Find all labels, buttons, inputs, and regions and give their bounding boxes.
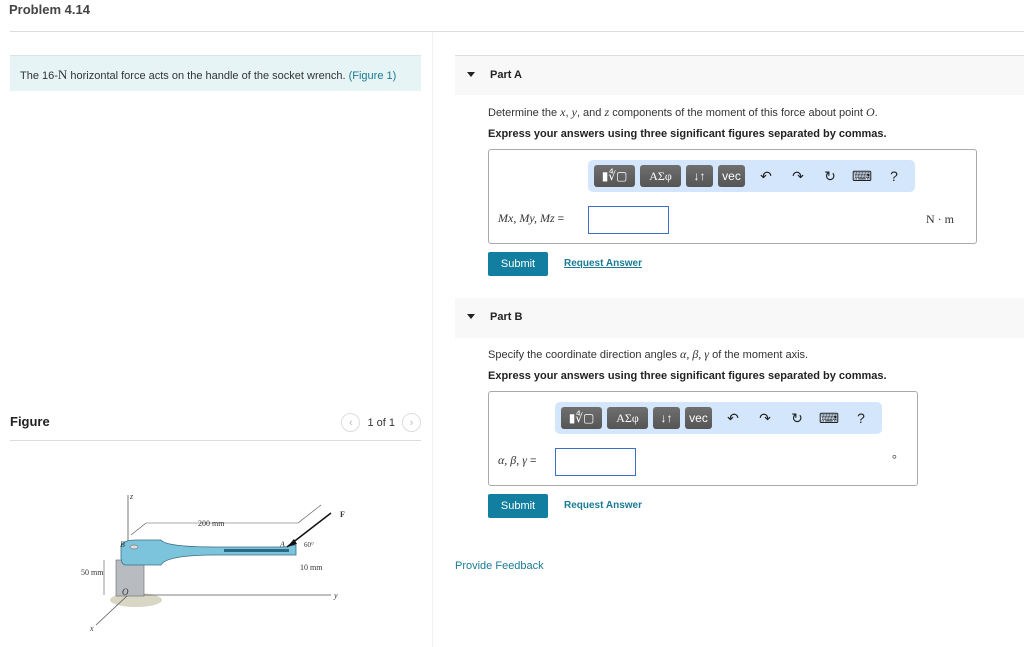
math-toolbar: ▮∜▢ ΑΣφ ↓↑ vec ↶ ↷ ↻ ⌨ ?	[555, 402, 882, 434]
wrench-handle	[120, 539, 297, 566]
prev-figure-button[interactable]: ‹	[341, 413, 361, 432]
subsup-button[interactable]: ↓↑	[653, 407, 680, 429]
part-b-unit: °	[892, 452, 897, 466]
part-b-answer-input[interactable]	[555, 448, 636, 476]
part-a-unit: N · m	[926, 212, 954, 226]
intro-unit: N	[57, 67, 68, 82]
q-text: .	[874, 107, 878, 119]
greek-angles: α, β, γ	[680, 347, 710, 361]
label-10mm: 10 mm	[300, 563, 323, 572]
label-z: z	[129, 492, 134, 501]
reset-icon[interactable]: ↻	[814, 168, 846, 185]
redo-icon[interactable]: ↷	[749, 410, 781, 427]
redo-icon[interactable]: ↷	[782, 168, 814, 185]
q-text: Determine the	[488, 107, 561, 119]
figure-link[interactable]: (Figure 1)	[349, 70, 397, 82]
intro-text-after: horizontal force acts on the handle of t…	[67, 70, 349, 82]
q-text: components of the moment of this force a…	[609, 107, 866, 119]
column-divider	[432, 32, 433, 647]
header-divider	[10, 31, 1024, 32]
vector-button[interactable]: vec	[718, 165, 745, 187]
vector-button[interactable]: vec	[685, 407, 712, 429]
figure-title: Figure	[10, 414, 50, 429]
chevron-right-icon: ›	[409, 416, 414, 429]
part-a-request-answer-link[interactable]: Request Answer	[564, 258, 642, 269]
greek-symbols-button[interactable]: ΑΣφ	[640, 165, 681, 187]
q-text: of the moment axis.	[709, 349, 809, 361]
label-200mm: 200 mm	[198, 519, 225, 528]
bolt-b	[129, 544, 139, 550]
eq-vars: α, β, γ	[498, 453, 528, 467]
next-figure-button[interactable]: ›	[402, 413, 421, 432]
label-o: O	[122, 587, 129, 597]
undo-icon[interactable]: ↶	[750, 168, 782, 185]
page-title: Problem 4.14	[9, 2, 90, 17]
figure-header: Figure ‹ 1 of 1 ›	[10, 413, 421, 441]
help-icon[interactable]: ?	[878, 168, 910, 184]
figure-pager: ‹ 1 of 1 ›	[341, 413, 421, 432]
q-text: Specify the coordinate direction angles	[488, 349, 681, 361]
keyboard-icon[interactable]: ⌨	[846, 168, 878, 185]
part-a-answer-input[interactable]	[588, 206, 669, 234]
provide-feedback-link[interactable]: Provide Feedback	[455, 560, 544, 572]
socket-wrench-figure: z x y B O A F 200 mm 50 mm 10 mm 60°	[81, 492, 345, 633]
part-b-question: Specify the coordinate direction angles …	[488, 347, 808, 362]
part-a-label: Part A	[490, 69, 522, 81]
point-o: O	[865, 105, 875, 119]
part-a-question: Determine the x, y, and z components of …	[488, 105, 878, 120]
part-a-equation-label: Mx, My, Mz =	[498, 211, 564, 226]
keyboard-icon[interactable]: ⌨	[813, 410, 845, 427]
part-b-answer-box: ▮∜▢ ΑΣφ ↓↑ vec ↶ ↷ ↻ ⌨ ? α, β, γ = °	[488, 391, 918, 486]
handle-slot	[224, 549, 289, 552]
eq-vars: Mx, My, Mz	[498, 211, 555, 225]
part-b-instruction: Express your answers using three signifi…	[488, 370, 887, 382]
greek-symbols-button[interactable]: ΑΣφ	[607, 407, 648, 429]
intro-text-before: The 16-	[20, 70, 58, 82]
part-b-request-answer-link[interactable]: Request Answer	[564, 500, 642, 511]
reset-icon[interactable]: ↻	[781, 410, 813, 427]
part-b-equation-label: α, β, γ =	[498, 453, 536, 468]
part-b-header[interactable]: Part B	[455, 298, 1024, 338]
label-60deg: 60°	[304, 541, 314, 549]
caret-down-icon	[467, 72, 475, 77]
q-text: , and	[576, 107, 605, 119]
label-50mm: 50 mm	[81, 568, 104, 577]
part-a-submit-button[interactable]: Submit	[488, 252, 548, 276]
label-f: F	[340, 510, 345, 519]
label-x: x	[89, 624, 94, 633]
part-a-instruction: Express your answers using three signifi…	[488, 128, 887, 140]
socket	[115, 559, 145, 597]
label-a: A	[279, 540, 285, 549]
undo-icon[interactable]: ↶	[717, 410, 749, 427]
part-b-label: Part B	[490, 311, 523, 323]
pager-text: 1 of 1	[367, 416, 395, 429]
templates-button[interactable]: ▮∜▢	[561, 407, 602, 429]
label-b: B	[120, 540, 125, 549]
part-a-answer-box: ▮∜▢ ΑΣφ ↓↑ vec ↶ ↷ ↻ ⌨ ? Mx, My, Mz = N …	[488, 149, 977, 244]
equals-sign: =	[557, 213, 565, 225]
help-icon[interactable]: ?	[845, 410, 877, 426]
problem-intro: The 16-N horizontal force acts on the ha…	[10, 55, 421, 91]
equals-sign: =	[530, 455, 537, 467]
templates-button[interactable]: ▮∜▢	[594, 165, 635, 187]
label-y: y	[333, 591, 338, 600]
part-b-submit-button[interactable]: Submit	[488, 494, 548, 518]
caret-down-icon	[467, 314, 475, 319]
subsup-button[interactable]: ↓↑	[686, 165, 713, 187]
math-toolbar: ▮∜▢ ΑΣφ ↓↑ vec ↶ ↷ ↻ ⌨ ?	[588, 160, 915, 192]
chevron-left-icon: ‹	[349, 416, 353, 429]
part-a-header[interactable]: Part A	[455, 55, 1024, 95]
